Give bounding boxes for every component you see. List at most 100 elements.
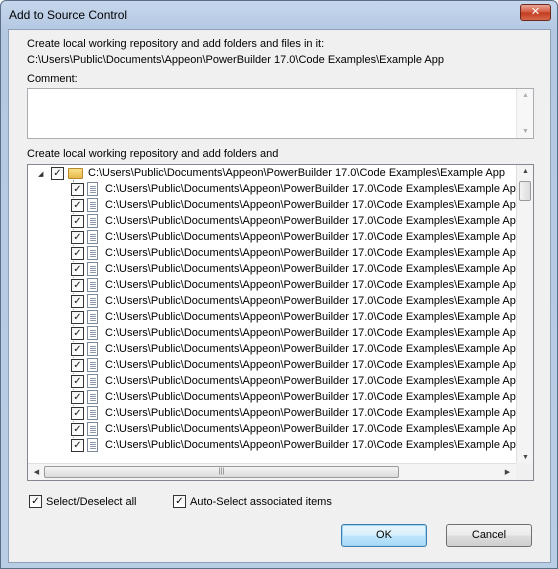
file-icon xyxy=(87,422,98,436)
checkmark-icon: ✓ xyxy=(73,424,82,435)
tree-item-row[interactable]: ✓ C:\Users\Public\Documents\Appeon\PowerB… xyxy=(28,406,518,422)
tree-item-row[interactable]: ✓ C:\Users\Public\Documents\Appeon\PowerB… xyxy=(28,374,518,390)
tree-item-row[interactable]: ✓ C:\Users\Public\Documents\Appeon\PowerB… xyxy=(28,262,518,278)
tree-item-label: C:\Users\Public\Documents\Appeon\PowerBu… xyxy=(105,263,518,275)
tree-horizontal-scrollbar[interactable]: ◀ ||| ▶ xyxy=(28,463,516,480)
item-checkbox[interactable]: ✓ xyxy=(71,311,84,324)
file-icon xyxy=(87,374,98,388)
tree-item-row[interactable]: ✓ C:\Users\Public\Documents\Appeon\PowerB… xyxy=(28,358,518,374)
file-icon xyxy=(87,246,98,260)
checkmark-icon: ✓ xyxy=(73,216,82,227)
scroll-right-icon[interactable]: ▶ xyxy=(499,468,516,476)
item-checkbox[interactable]: ✓ xyxy=(71,327,84,340)
tree-item-row[interactable]: ✓ C:\Users\Public\Documents\Appeon\PowerB… xyxy=(28,342,518,358)
ok-button[interactable]: OK xyxy=(341,524,427,547)
item-checkbox[interactable]: ✓ xyxy=(71,183,84,196)
comment-scrollbar[interactable]: ▲ ▼ xyxy=(516,89,533,138)
item-checkbox[interactable]: ✓ xyxy=(71,247,84,260)
repository-path-text: C:\Users\Public\Documents\Appeon\PowerBu… xyxy=(27,54,444,66)
description-text: Create local working repository and add … xyxy=(27,38,325,50)
checkmark-icon: ✓ xyxy=(73,328,82,339)
item-checkbox[interactable]: ✓ xyxy=(71,423,84,436)
tree-item-label: C:\Users\Public\Documents\Appeon\PowerBu… xyxy=(105,359,518,371)
select-all-checkbox[interactable]: ✓ xyxy=(29,495,42,508)
scroll-up-icon[interactable]: ▲ xyxy=(517,92,534,99)
tree-item-label: C:\Users\Public\Documents\Appeon\PowerBu… xyxy=(105,327,518,339)
item-checkbox[interactable]: ✓ xyxy=(71,407,84,420)
scroll-down-icon[interactable]: ▼ xyxy=(517,128,534,135)
checkmark-icon: ✓ xyxy=(73,200,82,211)
file-icon xyxy=(87,342,98,356)
auto-select-label[interactable]: Auto-Select associated items xyxy=(190,496,332,508)
file-icon xyxy=(87,214,98,228)
tree-item-row[interactable]: ✓ C:\Users\Public\Documents\Appeon\PowerB… xyxy=(28,294,518,310)
file-tree[interactable]: ◢ ✓ C:\Users\Public\Documents\Appeon\Power… xyxy=(27,164,534,481)
item-checkbox[interactable]: ✓ xyxy=(71,263,84,276)
tree-item-row[interactable]: ✓ C:\Users\Public\Documents\Appeon\PowerB… xyxy=(28,278,518,294)
file-icon xyxy=(87,278,98,292)
comment-label: Comment: xyxy=(27,73,78,85)
tree-item-label: C:\Users\Public\Documents\Appeon\PowerBu… xyxy=(105,183,518,195)
tree-root-row[interactable]: ◢ ✓ C:\Users\Public\Documents\Appeon\Power… xyxy=(28,166,518,182)
tree-item-label: C:\Users\Public\Documents\Appeon\PowerBu… xyxy=(105,375,518,387)
item-checkbox[interactable]: ✓ xyxy=(71,439,84,452)
item-checkbox[interactable]: ✓ xyxy=(71,199,84,212)
tree-item-label: C:\Users\Public\Documents\Appeon\PowerBu… xyxy=(105,423,518,435)
tree-item-label: C:\Users\Public\Documents\Appeon\PowerBu… xyxy=(105,295,518,307)
item-checkbox[interactable]: ✓ xyxy=(71,359,84,372)
file-icon xyxy=(87,198,98,212)
checkmark-icon: ✓ xyxy=(73,440,82,451)
item-checkbox[interactable]: ✓ xyxy=(71,215,84,228)
tree-item-label: C:\Users\Public\Documents\Appeon\PowerBu… xyxy=(105,199,518,211)
item-checkbox[interactable]: ✓ xyxy=(71,231,84,244)
tree-item-row[interactable]: ✓ C:\Users\Public\Documents\Appeon\PowerB… xyxy=(28,214,518,230)
tree-item-row[interactable]: ✓ C:\Users\Public\Documents\Appeon\PowerB… xyxy=(28,422,518,438)
checkmark-icon: ✓ xyxy=(73,312,82,323)
tree-item-label: C:\Users\Public\Documents\Appeon\PowerBu… xyxy=(105,407,518,419)
scroll-down-icon[interactable]: ▼ xyxy=(517,454,533,461)
tree-item-row[interactable]: ✓ C:\Users\Public\Documents\Appeon\PowerB… xyxy=(28,198,518,214)
tree-item-label: C:\Users\Public\Documents\Appeon\PowerBu… xyxy=(105,247,518,259)
tree-item-row[interactable]: ✓ C:\Users\Public\Documents\Appeon\PowerB… xyxy=(28,182,518,198)
file-icon xyxy=(87,406,98,420)
tree-item-row[interactable]: ✓ C:\Users\Public\Documents\Appeon\PowerB… xyxy=(28,438,518,454)
tree-item-label: C:\Users\Public\Documents\Appeon\PowerBu… xyxy=(105,215,518,227)
tree-item-row[interactable]: ✓ C:\Users\Public\Documents\Appeon\PowerB… xyxy=(28,326,518,342)
horizontal-scroll-thumb[interactable]: ||| xyxy=(44,466,399,478)
tree-item-label: C:\Users\Public\Documents\Appeon\PowerBu… xyxy=(105,439,518,451)
file-icon xyxy=(87,262,98,276)
item-checkbox[interactable]: ✓ xyxy=(71,295,84,308)
tree-item-row[interactable]: ✓ C:\Users\Public\Documents\Appeon\PowerB… xyxy=(28,310,518,326)
checkmark-icon: ✓ xyxy=(73,280,82,291)
checkmark-icon: ✓ xyxy=(73,360,82,371)
tree-item-row[interactable]: ✓ C:\Users\Public\Documents\Appeon\PowerB… xyxy=(28,390,518,406)
checkmark-icon: ✓ xyxy=(73,264,82,275)
item-checkbox[interactable]: ✓ xyxy=(71,391,84,404)
file-icon xyxy=(87,326,98,340)
scroll-left-icon[interactable]: ◀ xyxy=(28,468,45,476)
comment-textarea[interactable]: ▲ ▼ xyxy=(27,88,534,139)
item-checkbox[interactable]: ✓ xyxy=(71,279,84,292)
checkmark-icon: ✓ xyxy=(175,496,184,507)
collapse-triangle-icon[interactable]: ◢ xyxy=(38,170,43,178)
vertical-scroll-thumb[interactable] xyxy=(519,181,531,201)
checkmark-icon: ✓ xyxy=(53,168,62,179)
title-bar[interactable]: Add to Source Control ✕ xyxy=(1,1,557,29)
select-all-label[interactable]: Select/Deselect all xyxy=(46,496,137,508)
tree-item-row[interactable]: ✓ C:\Users\Public\Documents\Appeon\PowerB… xyxy=(28,246,518,262)
cancel-button[interactable]: Cancel xyxy=(446,524,532,547)
checkmark-icon: ✓ xyxy=(73,248,82,259)
scroll-up-icon[interactable]: ▲ xyxy=(517,168,533,175)
auto-select-checkbox[interactable]: ✓ xyxy=(173,495,186,508)
tree-item-row[interactable]: ✓ C:\Users\Public\Documents\Appeon\PowerB… xyxy=(28,230,518,246)
item-checkbox[interactable]: ✓ xyxy=(71,343,84,356)
file-icon xyxy=(87,182,98,196)
file-icon xyxy=(87,390,98,404)
item-checkbox[interactable]: ✓ xyxy=(71,375,84,388)
close-button[interactable]: ✕ xyxy=(520,4,551,21)
file-icon xyxy=(87,358,98,372)
tree-root-label: C:\Users\Public\Documents\Appeon\PowerBu… xyxy=(88,167,505,179)
root-checkbox[interactable]: ✓ xyxy=(51,167,64,180)
tree-vertical-scrollbar[interactable]: ▲ ▼ xyxy=(516,165,533,464)
window-title: Add to Source Control xyxy=(9,8,128,22)
